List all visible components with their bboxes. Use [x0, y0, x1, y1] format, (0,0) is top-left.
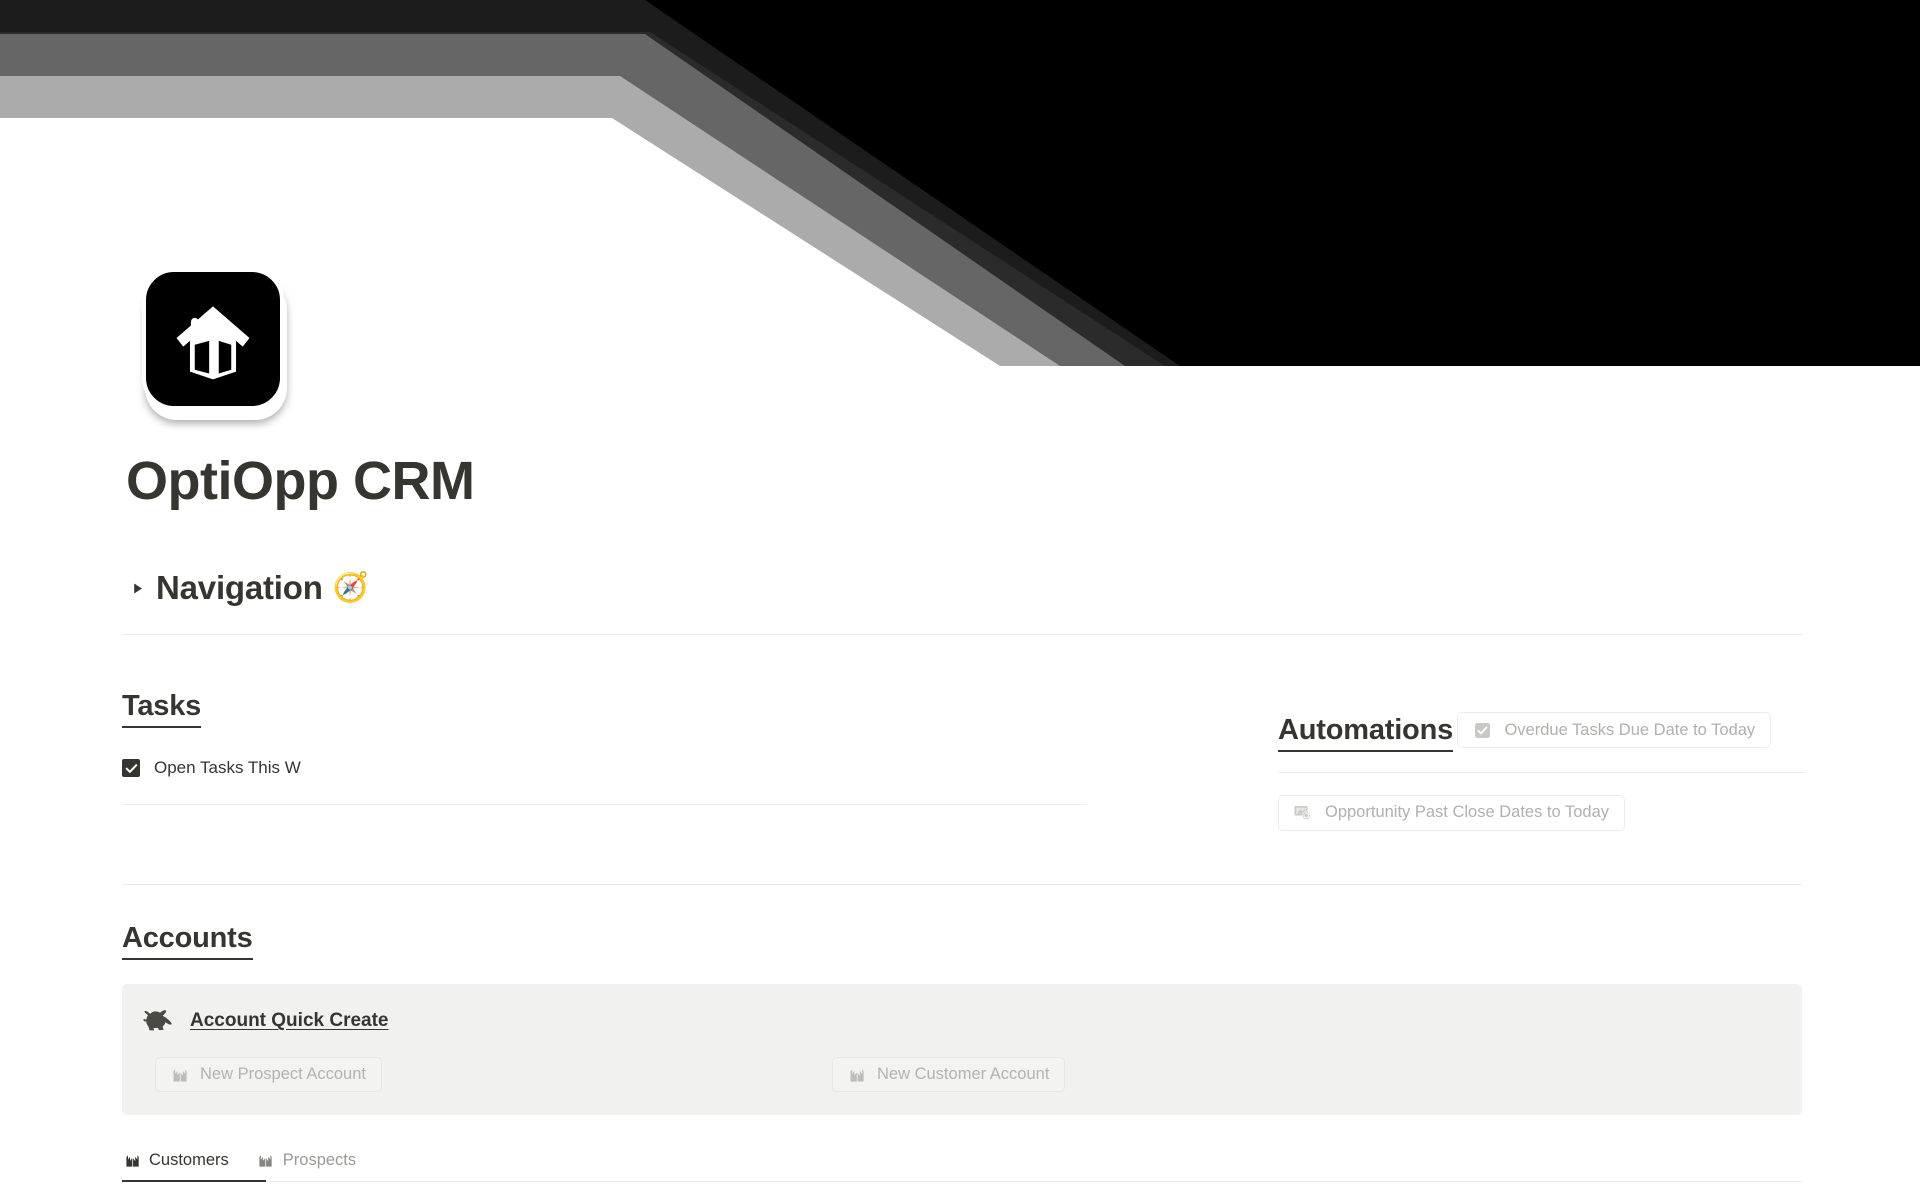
page-title[interactable]: OptiOpp CRM	[126, 451, 475, 511]
crm-dashboard-page: OptiOpp CRM Navigation 🧭 Tasks Open Task…	[0, 0, 1920, 1199]
checkbox-checked-icon[interactable]	[122, 759, 140, 777]
building-icon	[258, 1153, 274, 1169]
tab-customers[interactable]: Customers	[122, 1140, 239, 1181]
chevron-right-icon[interactable]	[126, 577, 148, 599]
accounts-section: Accounts Account Quick Create New Prospe…	[122, 922, 1802, 1115]
building-icon-glyph	[850, 1068, 864, 1081]
tasks-inner-divider	[122, 804, 1087, 805]
house-icon	[142, 268, 284, 410]
callout-header[interactable]: Account Quick Create	[143, 1008, 389, 1034]
money-refresh-icon	[1294, 804, 1312, 822]
tab-prospects[interactable]: Prospects	[256, 1140, 366, 1181]
automations-heading: Automations	[1278, 714, 1453, 752]
tab-customers-label: Customers	[149, 1151, 229, 1169]
rabbit-icon-glyph	[143, 1010, 172, 1031]
task-todo-label: Open Tasks This W	[154, 758, 301, 777]
building-icon	[171, 1066, 188, 1083]
new-prospect-account-label: New Prospect Account	[200, 1065, 366, 1083]
new-prospect-account-button[interactable]: New Prospect Account	[155, 1057, 382, 1092]
task-todo-item[interactable]: Open Tasks This W	[122, 754, 1222, 782]
checkbox-checked-icon-glyph	[1474, 722, 1490, 738]
building-icon	[124, 1153, 140, 1169]
account-quick-create-callout: Account Quick Create New Prospect Accoun…	[122, 984, 1802, 1115]
divider-above-accounts	[122, 884, 1802, 885]
page-icon[interactable]	[142, 268, 290, 420]
tasks-column: Tasks Open Tasks This W	[122, 690, 1222, 805]
automation-button-opportunity-close-dates[interactable]: Opportunity Past Close Dates to Today	[1278, 794, 1626, 831]
house-icon-glyph	[176, 306, 250, 380]
checkbox-checked-icon	[1473, 721, 1491, 739]
automation-button-label: Opportunity Past Close Dates to Today	[1325, 803, 1610, 821]
check-glyph	[124, 763, 138, 773]
accounts-heading: Accounts	[122, 922, 253, 960]
building-icon-glyph	[173, 1068, 187, 1081]
new-customer-account-label: New Customer Account	[877, 1065, 1050, 1083]
money-refresh-icon-glyph	[1294, 806, 1311, 820]
tabs-row: Customers Prospects	[122, 1140, 1802, 1181]
tabs-baseline	[122, 1181, 1802, 1182]
tab-active-indicator	[122, 1180, 266, 1182]
navigation-toggle[interactable]: Navigation 🧭	[126, 565, 369, 611]
chevron-right-icon-glyph	[133, 583, 142, 593]
new-customer-account-button[interactable]: New Customer Account	[832, 1057, 1066, 1092]
building-icon	[848, 1066, 865, 1083]
building-icon-glyph	[259, 1155, 272, 1167]
divider-above-columns	[122, 634, 1802, 635]
page-content: OptiOpp CRM Navigation 🧭 Tasks Open Task…	[0, 0, 1920, 1199]
automations-column: Automations Overdue Tasks Due Date to To…	[1278, 690, 1806, 831]
automation-button-label: Overdue Tasks Due Date to Today	[1504, 720, 1756, 739]
database-view-tabs: Customers Prospects	[122, 1140, 1802, 1199]
compass-icon: 🧭	[332, 571, 369, 604]
navigation-heading-label: Navigation	[156, 569, 323, 606]
automations-separator	[1278, 771, 1806, 773]
tasks-heading: Tasks	[122, 690, 201, 728]
account-quick-create-link[interactable]: Account Quick Create	[190, 1010, 389, 1032]
tab-prospects-label: Prospects	[282, 1151, 357, 1169]
building-icon-glyph	[125, 1155, 139, 1167]
automation-button-overdue-tasks[interactable]: Overdue Tasks Due Date to Today	[1457, 712, 1772, 748]
rabbit-icon	[143, 1008, 173, 1034]
